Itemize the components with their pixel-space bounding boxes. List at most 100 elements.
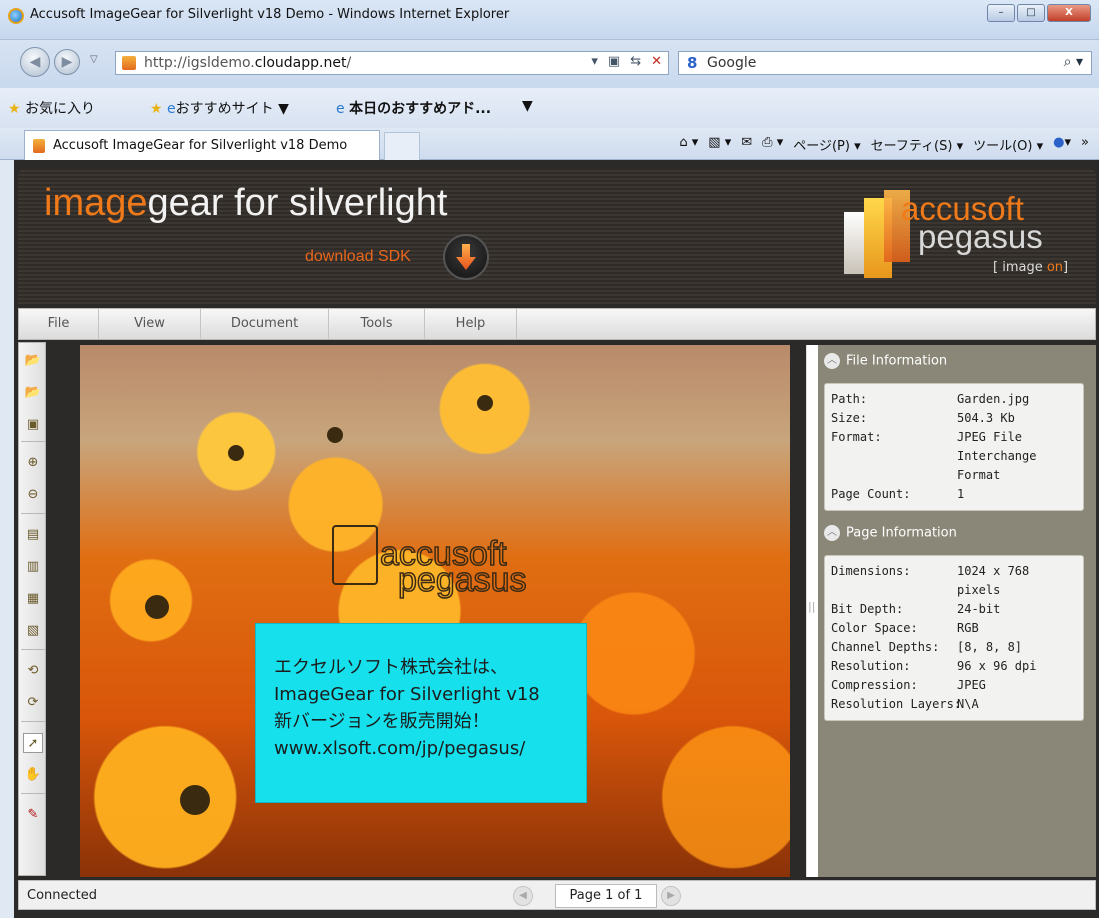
promo-line: ImageGear for Silverlight v18	[274, 684, 540, 705]
info-row: Dimensions: 1024 x 768 pixels	[831, 564, 1030, 597]
flower-center	[228, 445, 244, 461]
address-actions: ▾ ▣ ⇆ ✕	[591, 54, 662, 69]
zoom-out-icon[interactable]: ⊖	[23, 485, 43, 505]
collapse-chevron-icon: ︿	[824, 525, 840, 541]
recent-pages-dropdown-icon[interactable]: ▽	[90, 54, 98, 65]
safety-menu[interactable]: セーフティ(S) ▾	[871, 135, 964, 154]
info-row: Path: Garden.jpg	[831, 392, 1030, 406]
search-icon[interactable]: ⌕ ▾	[1064, 54, 1083, 70]
info-row: Format: JPEG File Interchange Format	[831, 430, 1037, 482]
flower-center	[327, 427, 343, 443]
maximize-button[interactable]: □	[1017, 4, 1045, 22]
select-pointer-icon[interactable]: ➚	[23, 733, 43, 753]
rotate-left-icon[interactable]: ⟲	[23, 661, 43, 681]
promo-line: www.xlsoft.com/jp/pegasus/	[274, 738, 526, 759]
chevron-more-icon[interactable]: »	[1081, 135, 1089, 154]
open-url-icon[interactable]: 📂	[23, 383, 43, 403]
help-icon: ●	[1053, 135, 1065, 150]
menu-document[interactable]: Document	[201, 309, 329, 339]
collapse-chevron-icon: ︿	[824, 353, 840, 369]
previous-page-button[interactable]: ◀	[513, 886, 533, 906]
menu-file[interactable]: File	[19, 309, 99, 339]
close-button[interactable]: X	[1047, 4, 1091, 22]
address-bar[interactable]: http://igsldemo.cloudapp.net/ ▾ ▣ ⇆ ✕	[115, 51, 669, 75]
tools-menu[interactable]: ツール(O) ▾	[973, 135, 1043, 154]
page-info-card: Dimensions: 1024 x 768 pixels Bit Depth: 2…	[824, 555, 1084, 721]
info-row: Size: 504.3 Kb	[831, 411, 1015, 425]
download-arrow-icon	[456, 244, 476, 270]
tab-active[interactable]: Accusoft ImageGear for Silverlight v18 D…	[24, 130, 380, 160]
tab-label: Accusoft ImageGear for Silverlight v18 D…	[53, 138, 348, 153]
annotate-pen-icon[interactable]: ✎	[23, 805, 43, 825]
promo-line: 新バージョンを販売開始！	[274, 711, 490, 732]
window-titlebar: Accusoft ImageGear for Silverlight v18 D…	[0, 0, 1099, 40]
rss-icon: ▧	[708, 135, 721, 150]
flower-center	[180, 785, 210, 815]
command-bar: ⌂ ▾ ▧ ▾ ✉ ⎙ ▾ ページ(P) ▾ セーフティ(S) ▾ ツール(O)…	[679, 135, 1089, 154]
new-tab-button[interactable]	[384, 132, 420, 160]
help-button[interactable]: ●▾	[1053, 135, 1071, 154]
back-button[interactable]: ◀	[20, 47, 50, 77]
window-title: Accusoft ImageGear for Silverlight v18 D…	[30, 7, 510, 22]
promo-annotation[interactable]: エクセルソフト株式会社は、 ImageGear for Silverlight …	[255, 623, 587, 803]
forward-button[interactable]: ▶	[54, 49, 80, 75]
mail-icon: ✉	[741, 135, 753, 150]
next-page-button[interactable]: ▶	[661, 886, 681, 906]
internet-explorer-icon	[8, 8, 24, 24]
info-row: Compression: JPEG	[831, 678, 986, 692]
splitter-grip-icon[interactable]: ||	[808, 600, 815, 613]
page-info-header[interactable]: ︿ Page Information	[824, 525, 957, 547]
home-icon: ⌂	[679, 135, 688, 150]
address-row: ◀ ▶ ▽ http://igsldemo.cloudapp.net/ ▾ ▣ …	[0, 40, 1099, 88]
info-row: Channel Depths: [8, 8, 8]	[831, 640, 1023, 654]
zoom-in-icon[interactable]: ⊕	[23, 453, 43, 473]
info-row: Bit Depth: 24-bit	[831, 602, 1001, 616]
download-sdk-link[interactable]: download SDK	[305, 248, 411, 266]
refresh-icon[interactable]: ⇆	[630, 54, 641, 69]
watermark-logo-icon	[332, 525, 378, 585]
logo-tagline: [ image on]	[993, 260, 1069, 275]
search-box[interactable]: 8 Google ⌕ ▾	[678, 51, 1092, 75]
mail-button[interactable]: ✉	[741, 135, 752, 154]
image-viewer[interactable]: accusoft pegasus エクセルソフト株式会社は、 ImageGear…	[80, 345, 790, 877]
favorites-more-button[interactable]: ▼	[522, 98, 533, 114]
info-row: Resolution: 96 x 96 dpi	[831, 659, 1037, 673]
print-button[interactable]: ⎙ ▾	[762, 135, 783, 154]
feeds-button[interactable]: ▧ ▾	[708, 135, 731, 154]
menu-tools[interactable]: Tools	[329, 309, 425, 339]
fit-height-icon[interactable]: ▦	[23, 589, 43, 609]
compatibility-view-icon[interactable]: ▣	[608, 54, 620, 69]
site-favicon-icon	[122, 56, 136, 70]
info-row: Color Space: RGB	[831, 621, 979, 635]
suggested-sites-button[interactable]: ★ eおすすめサイト ▼	[150, 98, 289, 118]
stop-icon[interactable]: ✕	[651, 54, 662, 69]
save-icon[interactable]: ▣	[23, 415, 43, 435]
print-icon: ⎙	[762, 135, 773, 150]
menu-view[interactable]: View	[99, 309, 201, 339]
open-file-icon[interactable]: 📂	[23, 351, 43, 371]
file-info-header[interactable]: ︿ File Information	[824, 353, 947, 375]
address-dropdown-icon[interactable]: ▾	[591, 54, 598, 69]
fit-page-icon[interactable]: ▤	[23, 525, 43, 545]
flower-center	[145, 595, 169, 619]
page-menu[interactable]: ページ(P) ▾	[793, 135, 860, 154]
search-provider-label: Google	[707, 55, 757, 71]
pan-hand-icon[interactable]: ✋	[23, 765, 43, 785]
actual-size-icon[interactable]: ▧	[23, 621, 43, 641]
fit-width-icon[interactable]: ▥	[23, 557, 43, 577]
address-url[interactable]: http://igsldemo.cloudapp.net/	[144, 55, 351, 71]
web-slice-icon: e	[336, 101, 345, 117]
app-menubar: File View Document Tools Help	[18, 308, 1096, 340]
logo-pegasus-text: pegasus	[918, 218, 1043, 255]
watermark-pegasus: pegasus	[397, 560, 527, 600]
favorites-button[interactable]: ★ お気に入り	[8, 98, 95, 118]
status-bar: Connected ◀ Page 1 of 1 ▶	[18, 880, 1096, 910]
home-button[interactable]: ⌂ ▾	[679, 135, 698, 154]
web-slice-button[interactable]: e 本日のおすすめアド...	[336, 98, 491, 118]
connection-status: Connected	[27, 888, 98, 903]
favorites-star-icon: ★	[8, 101, 21, 117]
minimize-button[interactable]: –	[987, 4, 1015, 22]
download-button[interactable]	[443, 234, 489, 280]
rotate-right-icon[interactable]: ⟳	[23, 693, 43, 713]
menu-help[interactable]: Help	[425, 309, 517, 339]
